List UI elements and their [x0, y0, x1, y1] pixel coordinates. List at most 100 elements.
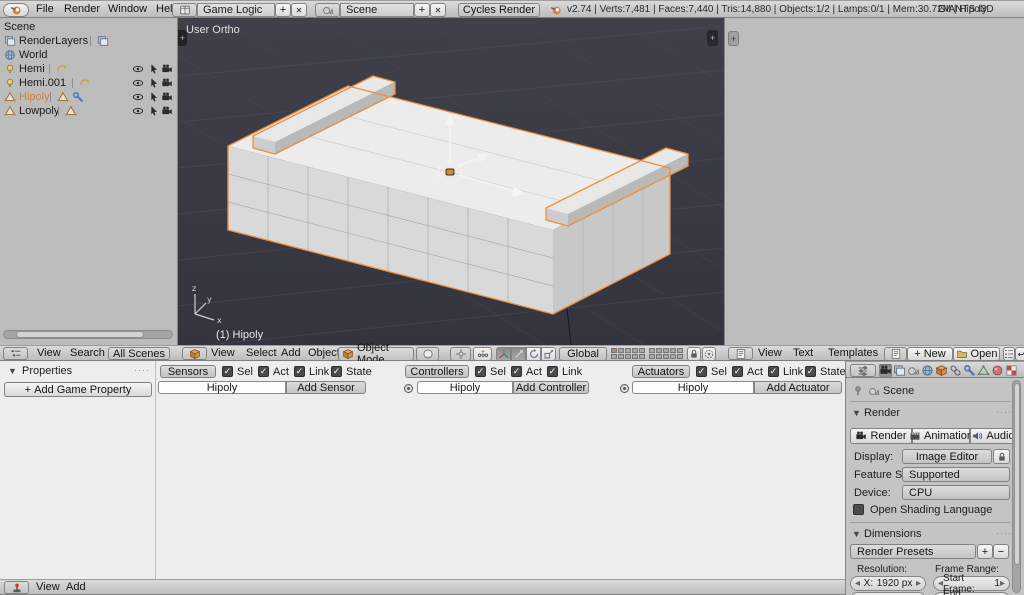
- tab-render[interactable]: [879, 364, 892, 377]
- selectability-cursor-icon[interactable]: [148, 63, 160, 75]
- selectability-cursor-icon[interactable]: [148, 77, 160, 89]
- text-datablock-browse-button[interactable]: [884, 347, 907, 361]
- add-sensor-button[interactable]: Add Sensor: [286, 381, 366, 394]
- tab-constraints[interactable]: [949, 364, 962, 377]
- actuators-filter-act[interactable]: ✓Act: [732, 365, 763, 378]
- tab-render-layers[interactable]: [893, 364, 906, 377]
- controllers-filter-select[interactable]: Controllers: [405, 365, 469, 378]
- viewport-menu-view[interactable]: View: [211, 346, 235, 360]
- sensors-filter-state[interactable]: ✓State: [331, 365, 372, 378]
- logic-menu-add[interactable]: Add: [66, 580, 86, 594]
- audio-button[interactable]: Audio: [970, 428, 1016, 444]
- layers-grid-a[interactable]: [611, 348, 645, 359]
- app-menu-button[interactable]: [3, 3, 29, 17]
- scene-add-button[interactable]: +: [414, 3, 430, 17]
- tab-material[interactable]: [991, 364, 1004, 377]
- screen-layout-delete-button[interactable]: ✕: [291, 3, 307, 17]
- controller-link-socket[interactable]: [404, 384, 413, 393]
- decrement-arrow-icon[interactable]: ◂: [855, 578, 860, 589]
- render-engine-select[interactable]: Cycles Render: [458, 3, 540, 17]
- viewport-menu-add[interactable]: Add: [281, 346, 301, 360]
- manipulator-toggle-button[interactable]: [473, 347, 492, 361]
- tab-object-data[interactable]: [977, 364, 990, 377]
- renderability-camera-icon[interactable]: [161, 63, 173, 75]
- text-menu-text[interactable]: Text: [793, 346, 813, 360]
- increment-arrow-icon[interactable]: ▸: [916, 578, 921, 589]
- editor-type-select-3dview[interactable]: [182, 347, 207, 360]
- increment-arrow-icon[interactable]: ▸: [1000, 578, 1005, 589]
- renderability-camera-icon[interactable]: [161, 77, 173, 89]
- renderability-camera-icon[interactable]: [161, 105, 173, 117]
- sensors-filter-link[interactable]: ✓Link: [294, 365, 329, 378]
- outliner-row-scene[interactable]: Scene: [0, 20, 178, 34]
- visibility-eye-icon[interactable]: [132, 63, 144, 75]
- outliner-hscrollbar-thumb[interactable]: [16, 331, 144, 338]
- controllers-filter-sel[interactable]: ✓Sel: [475, 365, 506, 378]
- lock-to-scene-button[interactable]: [687, 347, 701, 361]
- mesh-data-icon[interactable]: [57, 91, 69, 103]
- render-button[interactable]: Render: [850, 428, 912, 444]
- device-select[interactable]: CPU: [902, 485, 1010, 500]
- viewport-shading-select[interactable]: [416, 347, 439, 361]
- screen-layout-name[interactable]: Game Logic: [197, 3, 275, 17]
- outliner-row-hemi001[interactable]: Hemi.001: [0, 76, 178, 90]
- outliner-hscrollbar[interactable]: [3, 330, 173, 339]
- logic-menu-view[interactable]: View: [36, 580, 60, 594]
- viewport-menu-object[interactable]: Object: [308, 346, 340, 360]
- add-controller-button[interactable]: Add Controller: [513, 381, 589, 394]
- osl-checkbox[interactable]: [853, 504, 864, 515]
- hemi-lamp-data-icon[interactable]: [56, 63, 68, 75]
- render-presets-select[interactable]: Render Presets: [850, 544, 976, 559]
- outliner-display-filter-select[interactable]: All Scenes: [108, 347, 170, 360]
- word-wrap-toggle[interactable]: ↩: [1015, 347, 1024, 361]
- tab-object[interactable]: [935, 364, 948, 377]
- actuator-link-socket[interactable]: [620, 384, 629, 393]
- text-new-button[interactable]: +New: [907, 347, 953, 361]
- tab-modifiers[interactable]: [963, 364, 976, 377]
- visibility-eye-icon[interactable]: [132, 91, 144, 103]
- modifier-wrench-icon[interactable]: [72, 91, 84, 103]
- layers-grid-b[interactable]: [649, 348, 683, 359]
- preset-remove-button[interactable]: −: [993, 544, 1009, 559]
- actuators-filter-state[interactable]: ✓State: [805, 365, 846, 378]
- preset-add-button[interactable]: +: [977, 544, 993, 559]
- sensors-filter-act[interactable]: ✓Act: [258, 365, 289, 378]
- panel-grip[interactable]: ····: [996, 407, 1012, 417]
- pin-icon[interactable]: [852, 385, 864, 397]
- actuators-filter-sel[interactable]: ✓Sel: [696, 365, 727, 378]
- outliner-row-renderlayers[interactable]: RenderLayers: [0, 34, 178, 48]
- editor-type-select-logic[interactable]: [4, 581, 29, 594]
- line-numbers-toggle[interactable]: [1003, 347, 1015, 361]
- outliner-row-lowpoly[interactable]: Lowpoly: [0, 104, 178, 118]
- visibility-eye-icon[interactable]: [132, 77, 144, 89]
- sidebar-expand-button[interactable]: +: [707, 30, 718, 46]
- renderability-camera-icon[interactable]: [161, 91, 173, 103]
- menu-render[interactable]: Render: [64, 1, 100, 17]
- add-game-property-button[interactable]: +Add Game Property: [4, 382, 152, 397]
- viewport-menu-select[interactable]: Select: [246, 346, 277, 360]
- transform-orientation-select[interactable]: Global: [559, 347, 607, 361]
- outliner-menu-search[interactable]: Search: [70, 346, 105, 360]
- render-panel-title[interactable]: Render: [864, 407, 900, 419]
- viewport-3d[interactable]: z y x User Ortho (1) Hipoly + +: [178, 18, 724, 345]
- outliner-row-hemi[interactable]: Hemi: [0, 62, 178, 76]
- outliner-menu-view[interactable]: View: [37, 346, 61, 360]
- render-panel-collapse-icon[interactable]: ▼: [852, 408, 861, 418]
- sensors-filter-select[interactable]: Sensors: [160, 365, 216, 378]
- controllers-filter-link[interactable]: ✓Link: [547, 365, 582, 378]
- scene-name[interactable]: Scene: [340, 3, 414, 17]
- outliner-row-world[interactable]: World: [0, 48, 178, 62]
- hemi-lamp-data-icon[interactable]: [79, 77, 91, 89]
- renderlayer-data-icon[interactable]: [97, 35, 109, 47]
- dimensions-panel-title[interactable]: Dimensions: [864, 528, 921, 540]
- text-open-button[interactable]: Open: [953, 347, 1000, 361]
- scene-browse-button[interactable]: [315, 3, 340, 17]
- panel-collapse-icon[interactable]: ▼: [8, 366, 17, 376]
- game-properties-panel-title[interactable]: Properties: [22, 365, 72, 377]
- text-menu-view[interactable]: View: [758, 346, 782, 360]
- selectability-cursor-icon[interactable]: [148, 91, 160, 103]
- tab-scene[interactable]: [907, 364, 920, 377]
- display-select[interactable]: Image Editor: [902, 449, 992, 464]
- feature-set-select[interactable]: Supported: [902, 467, 1010, 482]
- resolution-x-slider[interactable]: ◂ X: 1920 px ▸: [850, 576, 926, 591]
